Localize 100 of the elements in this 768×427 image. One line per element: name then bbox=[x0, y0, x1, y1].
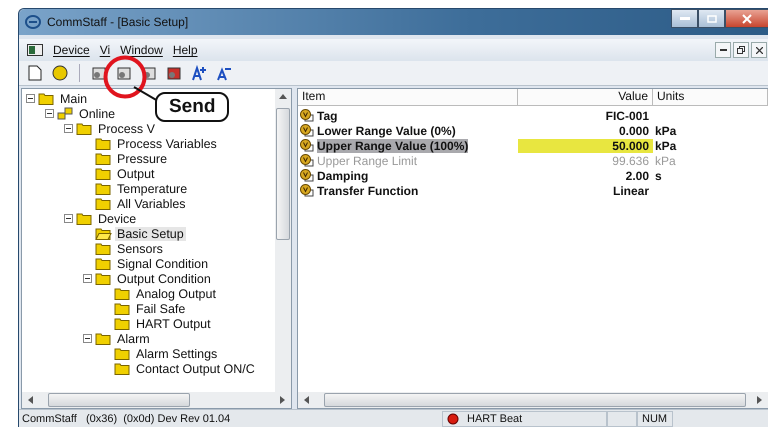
collapse-toggle-icon[interactable] bbox=[64, 124, 73, 133]
restore-icon bbox=[737, 46, 745, 54]
app-logo-icon bbox=[25, 15, 41, 29]
open-folder-icon bbox=[95, 227, 112, 240]
maximize-button[interactable] bbox=[698, 9, 725, 28]
item-cell[interactable]: Transfer Function bbox=[317, 184, 418, 198]
close-icon bbox=[756, 46, 762, 54]
minimize-icon bbox=[680, 16, 690, 20]
tree-item[interactable]: Process Variables bbox=[115, 136, 219, 150]
tree-item[interactable]: Process V bbox=[96, 122, 157, 136]
units-cell-text: kPa bbox=[654, 138, 678, 152]
close-icon bbox=[742, 14, 752, 24]
item-cell[interactable]: Damping bbox=[317, 168, 368, 182]
folder-icon bbox=[95, 332, 112, 345]
folder-icon bbox=[95, 137, 112, 150]
scroll-right-arrow-icon[interactable] bbox=[754, 395, 764, 405]
folder-icon bbox=[38, 92, 55, 105]
folder-icon bbox=[95, 152, 112, 165]
tree-item[interactable]: Temperature bbox=[115, 182, 190, 196]
parameter-icon bbox=[300, 124, 314, 137]
horizontal-scrollbar[interactable] bbox=[22, 392, 291, 408]
horizontal-scrollbar[interactable] bbox=[298, 392, 768, 408]
tree-item[interactable]: Online bbox=[77, 106, 118, 120]
tree-item[interactable]: Analog Output bbox=[134, 286, 218, 300]
vertical-scrollbar[interactable] bbox=[275, 89, 291, 392]
num-lock-indicator: NUM bbox=[642, 413, 668, 425]
close-button[interactable] bbox=[725, 9, 768, 28]
folder-icon bbox=[114, 347, 131, 360]
restore-button[interactable] bbox=[733, 42, 749, 58]
column-header[interactable]: Units bbox=[653, 89, 768, 105]
folder-icon bbox=[114, 302, 131, 315]
scroll-right-arrow-icon[interactable] bbox=[277, 395, 287, 405]
parameter-icon bbox=[300, 109, 314, 122]
network-icon bbox=[57, 107, 74, 120]
scroll-left-arrow-icon[interactable] bbox=[302, 395, 312, 405]
status-text: CommStaff (0x36) (0x0d) Dev Rev 01.04 bbox=[21, 413, 232, 425]
value-cell-text: 99.636 bbox=[611, 154, 650, 168]
item-cell[interactable]: Upper Range Value (100%) bbox=[317, 138, 468, 152]
tree-item[interactable]: Output bbox=[115, 166, 157, 180]
collapse-toggle-icon[interactable] bbox=[45, 109, 54, 118]
units-cell-text: s bbox=[654, 168, 663, 182]
folder-icon bbox=[95, 197, 112, 210]
tree-item[interactable]: Basic Setup bbox=[115, 226, 186, 240]
tree-item[interactable]: Signal Condition bbox=[115, 256, 210, 270]
tree-item[interactable]: Pressure bbox=[115, 152, 170, 166]
tree-item[interactable]: HART Output bbox=[134, 316, 213, 330]
scroll-up-arrow-icon[interactable] bbox=[278, 92, 288, 102]
collapse-toggle-icon[interactable] bbox=[64, 214, 73, 223]
folder-icon bbox=[95, 167, 112, 180]
menu-item[interactable]: Help bbox=[172, 43, 198, 57]
item-cell[interactable]: Lower Range Value (0%) bbox=[317, 124, 456, 138]
tree-item[interactable]: Alarm Settings bbox=[134, 346, 220, 360]
column-header[interactable]: Value bbox=[518, 89, 653, 105]
folder-icon bbox=[95, 272, 112, 285]
folder-icon bbox=[95, 182, 112, 195]
tree-item[interactable]: Device bbox=[96, 212, 138, 226]
value-cell-text: 2.00 bbox=[624, 168, 650, 182]
status-text: HART Beat bbox=[467, 413, 522, 425]
folder-icon bbox=[114, 362, 131, 375]
increase-font-icon[interactable] bbox=[189, 63, 209, 83]
folder-icon bbox=[76, 212, 93, 225]
close-button[interactable] bbox=[751, 42, 767, 58]
document-icon bbox=[27, 44, 43, 56]
parameter-icon bbox=[300, 184, 314, 197]
units-cell-text: kPa bbox=[654, 154, 677, 168]
minimize-button[interactable] bbox=[671, 9, 698, 28]
units-cell-text: kPa bbox=[654, 124, 678, 138]
folder-icon bbox=[95, 242, 112, 255]
collapse-toggle-icon[interactable] bbox=[83, 274, 92, 283]
window-title: CommStaff - [Basic Setup] bbox=[47, 15, 188, 29]
tree-item[interactable]: Contact Output ON/C bbox=[134, 362, 257, 376]
minimize-button[interactable] bbox=[715, 42, 731, 58]
heartbeat-indicator-icon bbox=[447, 413, 459, 425]
column-header[interactable]: Item bbox=[298, 89, 518, 105]
menu-item[interactable]: Device bbox=[53, 43, 90, 57]
folder-icon bbox=[114, 287, 131, 300]
folder-icon bbox=[76, 122, 93, 135]
tree-item[interactable]: Fail Safe bbox=[134, 302, 188, 316]
tree-item[interactable]: Main bbox=[58, 92, 90, 106]
tree-item[interactable]: Output Condition bbox=[115, 272, 213, 286]
parameter-icon bbox=[300, 154, 314, 167]
collapse-toggle-icon[interactable] bbox=[26, 94, 35, 103]
callout-label: Send bbox=[155, 92, 230, 122]
folder-icon bbox=[95, 257, 112, 270]
scroll-left-arrow-icon[interactable] bbox=[26, 395, 36, 405]
collapse-toggle-icon[interactable] bbox=[83, 334, 92, 343]
menu-item[interactable]: Window bbox=[120, 43, 163, 57]
tree-item[interactable]: All Variables bbox=[115, 196, 188, 210]
value-cell: 50.000 bbox=[518, 138, 653, 152]
value-cell-text: Linear bbox=[612, 184, 650, 198]
annotation-ring bbox=[103, 55, 147, 99]
item-cell[interactable]: Tag bbox=[317, 108, 338, 122]
tree-item[interactable]: Sensors bbox=[115, 242, 165, 256]
folder-icon bbox=[114, 317, 131, 330]
parameter-icon bbox=[300, 169, 314, 182]
value-cell-text: FIC-001 bbox=[604, 108, 650, 122]
menu-item[interactable]: Vi bbox=[100, 43, 110, 57]
parameter-icon bbox=[300, 139, 314, 152]
minimize-icon bbox=[720, 49, 726, 51]
tree-item[interactable]: Alarm bbox=[115, 332, 152, 346]
